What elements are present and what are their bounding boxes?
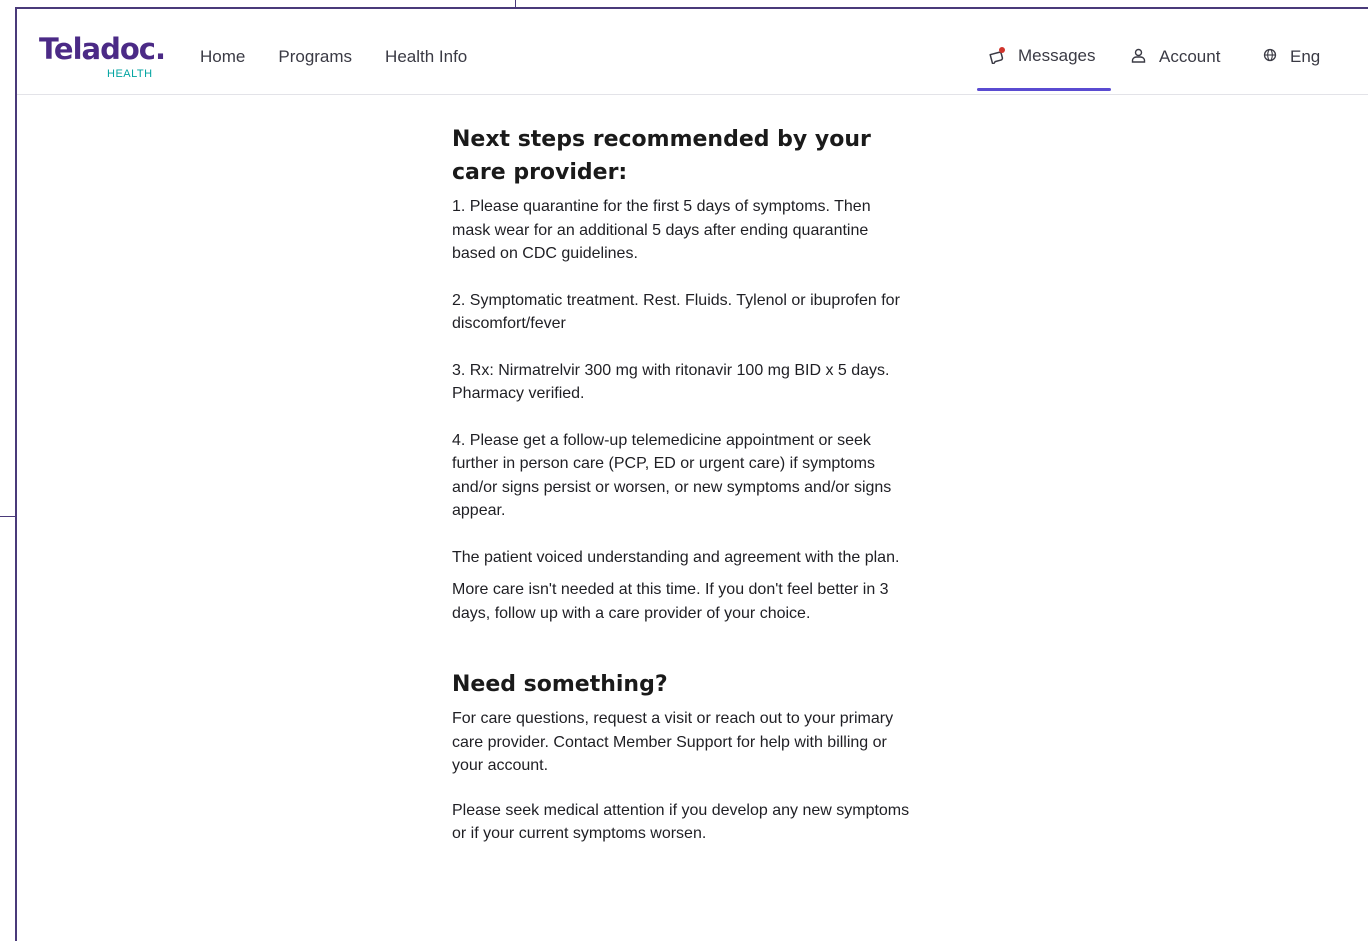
frame-border-left (15, 7, 17, 941)
page: Teladoc. HEALTH Home Programs Health Inf… (0, 0, 1368, 941)
frame-border-top (16, 7, 1368, 9)
next-steps-heading: Next steps recommended by your care prov… (452, 127, 871, 185)
more-care-note: More care isn't needed at this time. If … (452, 581, 889, 622)
frame-tick-top (515, 0, 516, 8)
nav-messages-label: Messages (1018, 46, 1096, 65)
teladoc-logo[interactable]: Teladoc. HEALTH (39, 32, 171, 84)
language-label: Eng (1290, 47, 1321, 66)
language-selector[interactable]: Eng (1263, 47, 1320, 67)
notification-dot (999, 47, 1005, 53)
logo-wordmark: Teladoc. (39, 32, 166, 66)
seek-attention-text: Please seek medical attention if you dev… (452, 801, 910, 843)
next-step-item: 4. Please get a follow-up telemedicine a… (452, 431, 892, 520)
message-notification-icon (989, 47, 1005, 66)
next-step-item: 3. Rx: Nirmatrelvir 300 mg with ritonavi… (452, 361, 890, 403)
top-nav-bar: Teladoc. HEALTH Home Programs Health Inf… (17, 18, 1368, 95)
next-step-item: 2. Symptomatic treatment. Rest. Fluids. … (452, 291, 900, 333)
active-tab-indicator (977, 88, 1111, 91)
next-step-item: 1. Please quarantine for the first 5 day… (452, 198, 871, 262)
nav-programs-link[interactable]: Programs (278, 47, 352, 67)
care-questions-text: For care questions, request a visit or r… (452, 710, 894, 774)
frame-tick-left (0, 516, 16, 517)
nav-health-info-link[interactable]: Health Info (385, 47, 467, 67)
patient-agreement-note: The patient voiced understanding and agr… (452, 548, 900, 566)
primary-nav: Home Programs Health Info (200, 47, 500, 67)
user-icon (1131, 48, 1146, 67)
visit-summary-content: Next steps recommended by your care prov… (452, 120, 912, 846)
logo-subtext: HEALTH (107, 68, 153, 80)
globe-icon (1263, 48, 1277, 66)
nav-home-link[interactable]: Home (200, 47, 245, 67)
secondary-nav: Messages Account Eng (977, 18, 1357, 94)
nav-messages-link[interactable]: Messages (989, 46, 1095, 66)
need-something-heading: Need something? (452, 672, 668, 697)
nav-account-label: Account (1159, 47, 1221, 66)
nav-account-link[interactable]: Account (1131, 47, 1220, 67)
